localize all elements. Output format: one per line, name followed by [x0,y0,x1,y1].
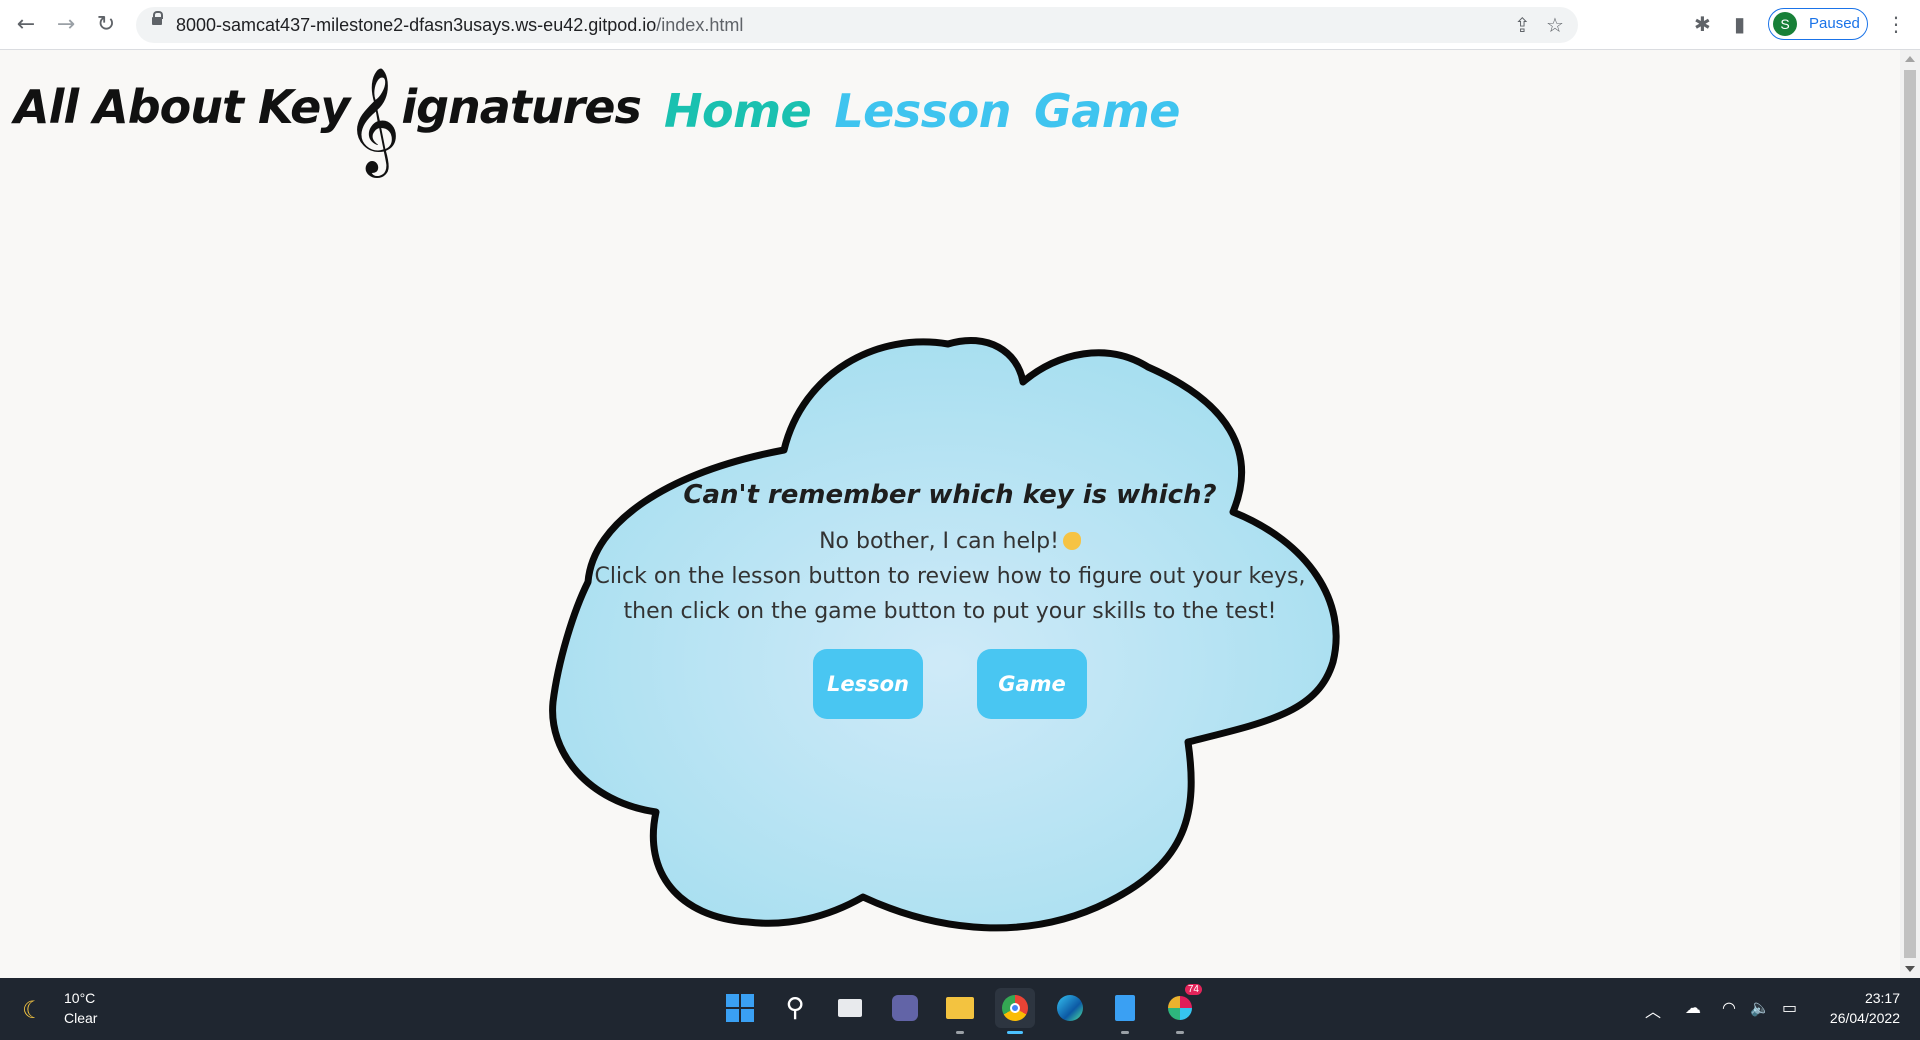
lesson-button[interactable]: Lesson [813,649,923,719]
notepad-icon[interactable] [1105,988,1145,1034]
game-button[interactable]: Game [977,649,1087,719]
forward-icon[interactable]: → [52,10,80,38]
title-part-1: All About Key [14,80,350,134]
weather-condition: Clear [64,1010,98,1026]
lock-icon[interactable] [152,11,163,25]
back-icon[interactable]: ← [12,10,40,38]
clock-date: 26/04/2022 [1829,1010,1900,1026]
profile-status: Paused [1809,15,1860,32]
wifi-icon[interactable]: ◠ [1722,998,1736,1017]
volume-icon[interactable]: 🔈 [1750,998,1770,1017]
page-scrollbar[interactable] [1900,50,1920,978]
url-text[interactable]: 8000-samcat437-milestone2-dfasn3usays.ws… [176,15,743,36]
profile-button[interactable]: S Paused [1768,8,1868,40]
slack-icon[interactable]: 74 [1160,984,1202,1034]
avatar: S [1773,12,1797,36]
main-nav: Home Lesson Game [664,84,1198,138]
scroll-down-icon[interactable] [1905,966,1915,972]
share-icon[interactable]: ⇪ [1514,13,1531,37]
extensions-icon[interactable]: ✱ [1694,12,1711,36]
cloud-line-1: No bother, I can help! [819,529,1059,554]
side-panel-icon[interactable]: ▮ [1734,12,1745,36]
scroll-thumb[interactable] [1904,70,1916,958]
windows-taskbar: ☾ 10°C Clear ⚲ 74 ︿ ☁ ◠ 🔈 ▭ 23:17 26/04/… [0,978,1920,1040]
nav-game-link[interactable]: Game [1034,84,1180,138]
system-clock[interactable]: 23:17 26/04/2022 [1830,988,1900,1028]
nav-home-link[interactable]: Home [664,84,812,138]
page-content: All About Key ignatures 𝄞 Home Lesson Gam… [0,50,1900,978]
title-part-2: ignatures [401,80,641,134]
cloud-heading: Can't remember which key is which? [683,480,1217,510]
tray-overflow-icon[interactable]: ︿ [1645,998,1661,1022]
chrome-icon[interactable] [995,988,1035,1034]
moon-icon: ☾ [22,996,44,1024]
cloud-content: Can't remember which key is which? No bo… [590,480,1310,719]
file-explorer-icon[interactable] [940,988,980,1034]
task-view-icon[interactable] [830,988,870,1028]
cloud-buttons: Lesson Game [590,649,1310,719]
address-bar[interactable]: 8000-samcat437-milestone2-dfasn3usays.ws… [136,7,1578,43]
start-icon[interactable] [720,988,760,1028]
flexed-biceps-icon [1062,532,1081,550]
site-title: All About Key ignatures 𝄞 [14,66,642,173]
cloud-line-2: Click on the lesson button to review how… [594,564,1306,589]
search-icon[interactable]: ⚲ [775,988,815,1028]
menu-icon[interactable]: ⋮ [1886,12,1906,36]
teams-icon[interactable] [885,988,925,1028]
edge-icon[interactable] [1050,988,1090,1028]
battery-icon[interactable]: ▭ [1782,998,1797,1017]
reload-icon[interactable]: ↻ [92,10,120,38]
weather-temperature: 10°C [64,990,96,1006]
cloud-body: No bother, I can help! Click on the less… [590,524,1310,629]
notification-badge: 74 [1184,984,1202,995]
nav-lesson-link[interactable]: Lesson [834,84,1011,138]
onedrive-icon[interactable]: ☁ [1685,998,1701,1017]
browser-toolbar: ← → ↻ 8000-samcat437-milestone2-dfasn3us… [0,0,1920,50]
clock-time: 23:17 [1864,990,1900,1006]
bookmark-star-icon[interactable]: ☆ [1546,13,1564,37]
scroll-up-icon[interactable] [1905,56,1915,62]
treble-clef-icon: 𝄞 [346,66,400,173]
cloud-line-3: then click on the game button to put you… [623,599,1277,624]
